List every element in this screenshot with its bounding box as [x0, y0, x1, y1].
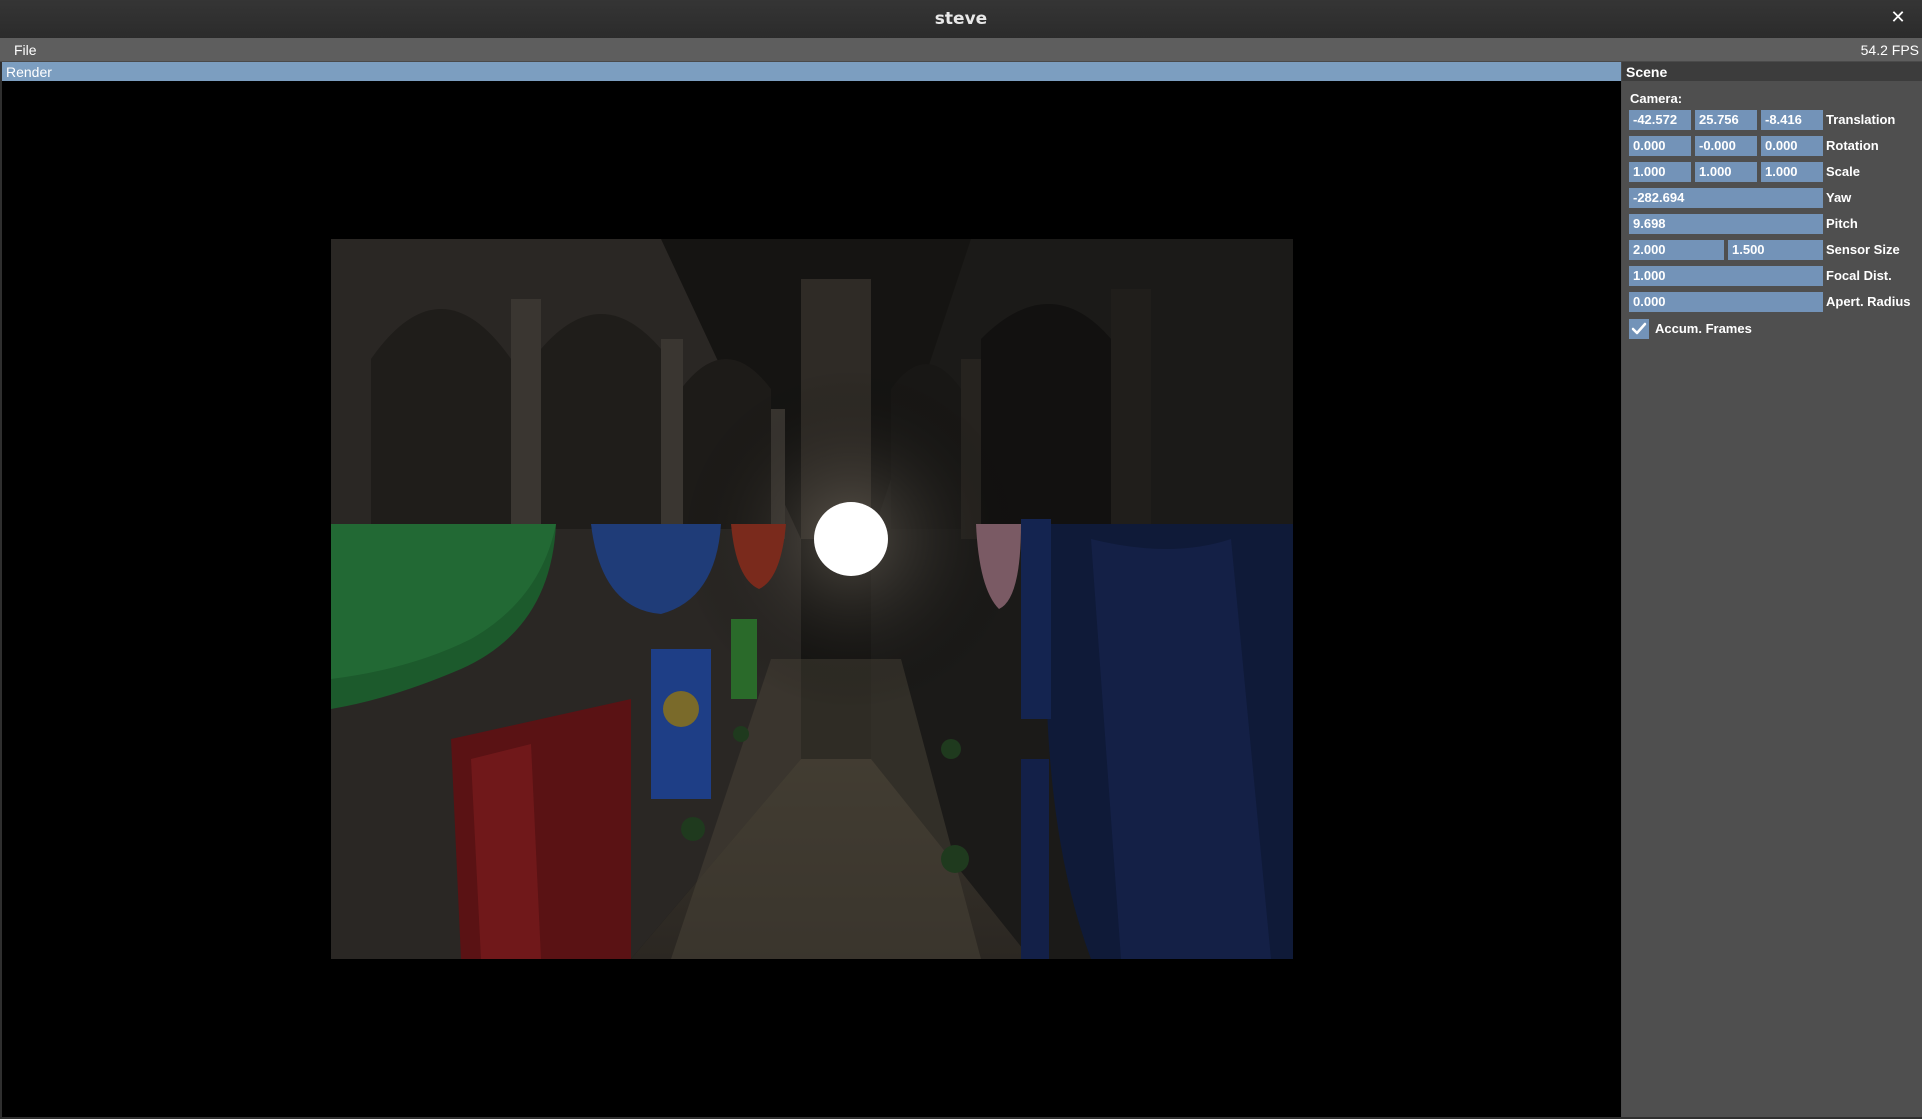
accum-frames-checkbox[interactable]	[1629, 319, 1649, 339]
render-panel-title: Render	[6, 64, 52, 80]
pitch-label: Pitch	[1826, 216, 1858, 231]
pitch-field[interactable]: 9.698	[1629, 214, 1823, 234]
translation-y-field[interactable]: 25.756	[1695, 110, 1757, 130]
checkmark-icon	[1631, 322, 1647, 335]
translation-z-field[interactable]: -8.416	[1761, 110, 1823, 130]
scale-y-field[interactable]: 1.000	[1695, 162, 1757, 182]
focal-dist-field[interactable]: 1.000	[1629, 266, 1823, 286]
scene-panel: Scene Camera: -42.572 25.756 -8.416 Tran…	[1622, 62, 1922, 1117]
fps-counter: 54.2 FPS	[1860, 42, 1919, 58]
accum-frames-label: Accum. Frames	[1655, 321, 1752, 336]
rendered-scene-image	[331, 239, 1293, 959]
rotation-label: Rotation	[1826, 138, 1879, 153]
apert-radius-field[interactable]: 0.000	[1629, 292, 1823, 312]
sensor-width-field[interactable]: 2.000	[1629, 240, 1724, 260]
yaw-field[interactable]: -282.694	[1629, 188, 1823, 208]
close-icon[interactable]: ✕	[1888, 8, 1908, 28]
translation-label: Translation	[1826, 112, 1896, 127]
translation-x-field[interactable]: -42.572	[1629, 110, 1691, 130]
rotation-y-field[interactable]: -0.000	[1695, 136, 1757, 156]
scale-z-field[interactable]: 1.000	[1761, 162, 1823, 182]
render-viewport[interactable]	[2, 81, 1621, 1117]
apert-radius-label: Apert. Radius	[1826, 294, 1911, 309]
sensor-height-field[interactable]: 1.500	[1728, 240, 1823, 260]
scene-panel-header[interactable]: Scene	[1622, 62, 1922, 81]
file-menu[interactable]: File	[14, 42, 37, 58]
app-window: steve ✕ File 54.2 FPS Render Scene Camer…	[0, 0, 1922, 1119]
scale-x-field[interactable]: 1.000	[1629, 162, 1691, 182]
rotation-x-field[interactable]: 0.000	[1629, 136, 1691, 156]
camera-section-label: Camera:	[1630, 91, 1683, 106]
window-title: steve	[934, 9, 988, 29]
scale-label: Scale	[1826, 164, 1860, 179]
render-panel-header[interactable]: Render	[2, 62, 1621, 81]
scene-panel-title: Scene	[1626, 64, 1668, 80]
rotation-z-field[interactable]: 0.000	[1761, 136, 1823, 156]
yaw-label: Yaw	[1826, 190, 1852, 205]
render-panel: Render	[2, 62, 1622, 1117]
menu-bar: File 54.2 FPS	[0, 38, 1922, 62]
focal-dist-label: Focal Dist.	[1826, 268, 1892, 283]
sensor-size-label: Sensor Size	[1826, 242, 1900, 257]
title-bar[interactable]: steve ✕	[0, 0, 1922, 39]
